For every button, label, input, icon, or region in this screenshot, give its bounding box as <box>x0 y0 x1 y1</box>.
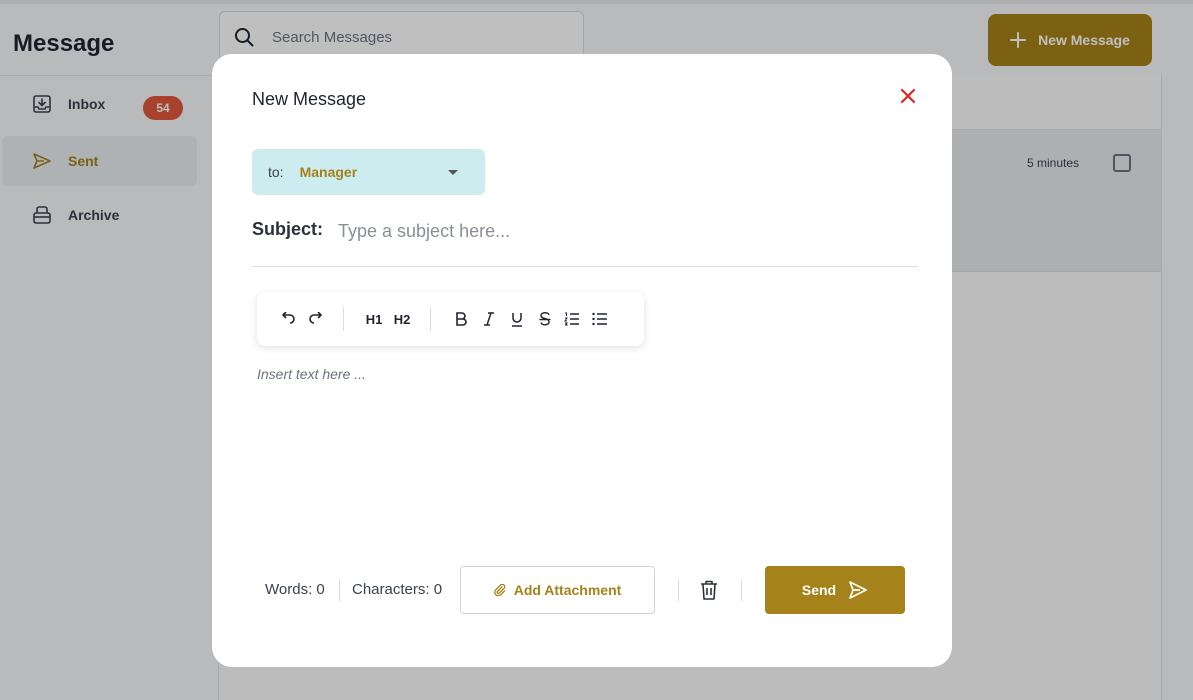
ordered-list-icon <box>564 312 579 326</box>
recipient-label: to: <box>268 164 284 180</box>
undo-icon <box>282 312 295 324</box>
add-attachment-button[interactable]: Add Attachment <box>460 566 655 614</box>
heading-2-button[interactable]: H2 <box>391 309 413 329</box>
recipient-value: Manager <box>299 164 358 180</box>
close-button[interactable] <box>898 86 918 106</box>
bullet-list-icon <box>592 312 607 326</box>
send-label: Send <box>801 582 837 598</box>
footer-divider <box>741 579 742 601</box>
bullet-list-button[interactable] <box>591 309 609 329</box>
send-icon <box>849 581 867 599</box>
redo-button[interactable] <box>307 309 325 329</box>
word-count: Words: 0 <box>265 581 325 598</box>
close-icon <box>900 88 916 104</box>
subject-label: Subject: <box>252 219 324 239</box>
underline-button[interactable] <box>509 309 525 329</box>
message-body-editor[interactable]: Insert text here ... <box>257 366 917 546</box>
underline-icon <box>512 312 522 327</box>
toolbar-divider <box>343 307 344 331</box>
heading-1-button[interactable]: H1 <box>364 309 384 329</box>
new-message-dialog: New Message to: Manager Subject: H1 H2 <box>212 54 952 667</box>
subject-input[interactable] <box>338 216 916 246</box>
character-count: Characters: 0 <box>352 581 443 598</box>
ordered-list-button[interactable] <box>563 309 581 329</box>
dialog-title: New Message <box>252 89 367 109</box>
toolbar-divider <box>430 307 431 331</box>
divider <box>252 266 918 267</box>
undo-button[interactable] <box>279 309 297 329</box>
bold-button[interactable] <box>453 309 469 329</box>
strikethrough-button[interactable] <box>537 309 553 329</box>
editor-placeholder: Insert text here ... <box>257 366 366 382</box>
strikethrough-icon <box>539 311 551 325</box>
add-attachment-label: Add Attachment <box>513 582 622 598</box>
send-button[interactable]: Send <box>765 566 905 614</box>
chevron-down-icon <box>448 170 458 175</box>
recipient-select[interactable]: to: Manager <box>252 149 485 195</box>
italic-icon <box>484 312 494 326</box>
italic-button[interactable] <box>481 309 497 329</box>
bold-icon <box>456 312 467 326</box>
delete-draft-button[interactable] <box>699 579 719 601</box>
footer-divider <box>678 579 679 601</box>
paperclip-icon <box>493 584 505 596</box>
footer-divider <box>339 579 340 601</box>
trash-icon <box>701 580 717 600</box>
editor-toolbar: H1 H2 <box>257 292 644 346</box>
redo-icon <box>309 312 322 324</box>
